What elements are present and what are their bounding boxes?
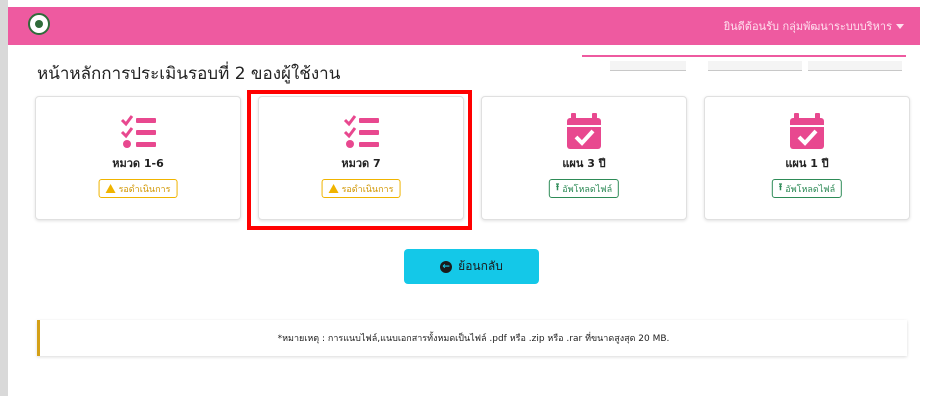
card-category-1-6: หมวด 1-6 รอดำเนินการ bbox=[35, 96, 241, 220]
card-label: แผน 3 ปี bbox=[562, 157, 606, 170]
card-label: แผน 1 ปี bbox=[785, 157, 829, 170]
back-button[interactable]: ← ย้อนกลับ bbox=[404, 249, 539, 284]
back-button-label: ย้อนกลับ bbox=[458, 259, 503, 273]
status-badge-label: รอดำเนินการ bbox=[118, 184, 171, 195]
note-text: *หมายเหตุ : การแนบไฟล์,แนบเอกสารทั้งหมดเ… bbox=[277, 334, 670, 344]
page-title: หน้าหลักการประเมินรอบที่ 2 ของผู้ใช้งาน bbox=[37, 64, 341, 84]
card-label: หมวด 1-6 bbox=[112, 157, 164, 170]
upload-icon: ⭱ bbox=[555, 182, 560, 193]
status-badge[interactable]: รอดำเนินการ bbox=[98, 179, 178, 198]
upload-file-button[interactable]: ⭱ อัพโหลดไฟล์ bbox=[548, 179, 620, 198]
checklist-icon bbox=[120, 115, 156, 148]
warning-icon bbox=[105, 184, 116, 193]
calendar-check-icon bbox=[790, 113, 824, 149]
upload-button-label: อัพโหลดไฟล์ bbox=[562, 184, 613, 195]
upload-button-label: อัพโหลดไฟล์ bbox=[785, 184, 836, 195]
upload-file-button[interactable]: ⭱ อัพโหลดไฟล์ bbox=[771, 179, 843, 198]
chevron-down-icon bbox=[896, 23, 904, 29]
note-panel: *หมายเหตุ : การแนบไฟล์,แนบเอกสารทั้งหมดเ… bbox=[37, 320, 907, 356]
calendar-check-icon bbox=[567, 113, 601, 149]
upload-icon: ⭱ bbox=[778, 182, 783, 193]
window-edge bbox=[0, 0, 8, 396]
user-menu-dropdown[interactable]: ยินดีต้อนรับ กลุ่มพัฒนาระบบบริหาร bbox=[724, 17, 904, 35]
arrow-left-circle-icon: ← bbox=[440, 260, 453, 273]
logo-icon[interactable] bbox=[28, 13, 50, 35]
highlight-box bbox=[247, 90, 472, 230]
user-menu-label: ยินดีต้อนรับ กลุ่มพัฒนาระบบบริหาร bbox=[723, 20, 892, 33]
top-navbar: ยินดีต้อนรับ กลุ่มพัฒนาระบบบริหาร bbox=[8, 7, 920, 45]
card-plan-1-year: แผน 1 ปี ⭱ อัพโหลดไฟล์ bbox=[704, 96, 910, 220]
preview-thumbnail bbox=[582, 55, 906, 73]
card-plan-3-year: แผน 3 ปี ⭱ อัพโหลดไฟล์ bbox=[481, 96, 687, 220]
